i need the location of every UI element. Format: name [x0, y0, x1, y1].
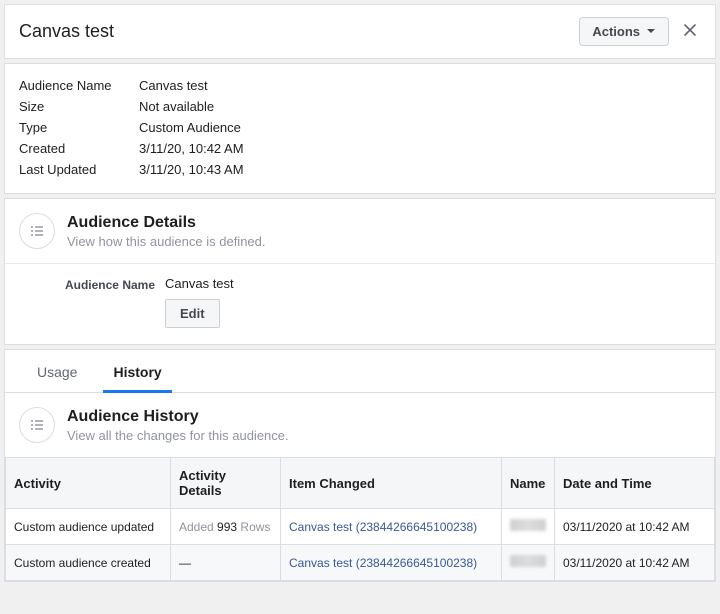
- summary-value: Custom Audience: [139, 120, 241, 135]
- header-actions: Actions: [579, 17, 703, 46]
- history-table: Activity Activity Details Item Changed N…: [5, 457, 715, 581]
- item-link[interactable]: Canvas test (23844266645100238): [289, 556, 477, 570]
- history-title: Audience History: [67, 408, 289, 426]
- details-audience-name-value: Canvas test: [165, 276, 234, 291]
- cell-activity: Custom audience created: [6, 545, 171, 581]
- audience-details-body: Audience Name Canvas test Edit: [5, 263, 715, 344]
- page-title: Canvas test: [19, 21, 114, 42]
- page-header: Canvas test Actions: [4, 4, 716, 59]
- col-activity: Activity: [6, 458, 171, 509]
- history-subtitle: View all the changes for this audience.: [67, 428, 289, 443]
- tab-usage[interactable]: Usage: [19, 350, 95, 392]
- list-icon: [19, 407, 55, 443]
- table-row: Custom audience updated Added 993 Rows C…: [6, 509, 715, 545]
- summary-value: 3/11/20, 10:43 AM: [139, 162, 244, 177]
- cell-name: [502, 545, 555, 581]
- summary-row-created: Created 3/11/20, 10:42 AM: [19, 141, 701, 156]
- summary-label: Size: [19, 99, 139, 114]
- cell-activity-details: Added 993 Rows: [171, 509, 281, 545]
- cell-name: [502, 509, 555, 545]
- col-datetime: Date and Time: [555, 458, 715, 509]
- summary-row-type: Type Custom Audience: [19, 120, 701, 135]
- audience-details-subtitle: View how this audience is defined.: [67, 234, 266, 249]
- col-activity-details: Activity Details: [171, 458, 281, 509]
- close-button[interactable]: [677, 17, 703, 46]
- table-row: Custom audience created — Canvas test (2…: [6, 545, 715, 581]
- summary-row-size: Size Not available: [19, 99, 701, 114]
- summary-label: Last Updated: [19, 162, 139, 177]
- audience-details-header: Audience Details View how this audience …: [19, 213, 701, 249]
- audience-details-card: Audience Details View how this audience …: [4, 198, 716, 345]
- close-icon: [683, 23, 697, 40]
- cell-datetime: 03/11/2020 at 10:42 AM: [555, 509, 715, 545]
- cell-item-changed: Canvas test (23844266645100238): [281, 545, 502, 581]
- cell-activity-details: —: [171, 545, 281, 581]
- summary-value: 3/11/20, 10:42 AM: [139, 141, 244, 156]
- audience-details-title: Audience Details: [67, 214, 266, 232]
- redacted-name: [510, 555, 546, 567]
- cell-activity: Custom audience updated: [6, 509, 171, 545]
- audience-summary: Audience Name Canvas test Size Not avail…: [4, 63, 716, 194]
- redacted-name: [510, 519, 546, 531]
- summary-label: Audience Name: [19, 78, 139, 93]
- cell-datetime: 03/11/2020 at 10:42 AM: [555, 545, 715, 581]
- caret-down-icon: [646, 24, 656, 39]
- cell-item-changed: Canvas test (23844266645100238): [281, 509, 502, 545]
- item-link[interactable]: Canvas test (23844266645100238): [289, 520, 477, 534]
- list-icon: [19, 213, 55, 249]
- history-card: Usage History Audience History View all …: [4, 349, 716, 582]
- details-audience-name-label: Audience Name: [57, 276, 165, 292]
- summary-label: Created: [19, 141, 139, 156]
- col-name: Name: [502, 458, 555, 509]
- summary-row-last-updated: Last Updated 3/11/20, 10:43 AM: [19, 162, 701, 177]
- col-item-changed: Item Changed: [281, 458, 502, 509]
- tab-history[interactable]: History: [95, 350, 179, 392]
- actions-button[interactable]: Actions: [579, 17, 669, 46]
- summary-label: Type: [19, 120, 139, 135]
- summary-value: Not available: [139, 99, 214, 114]
- actions-button-label: Actions: [592, 24, 640, 39]
- history-header: Audience History View all the changes fo…: [5, 393, 715, 457]
- summary-value: Canvas test: [139, 78, 208, 93]
- tabs: Usage History: [5, 350, 715, 393]
- edit-button[interactable]: Edit: [165, 299, 220, 328]
- history-table-header-row: Activity Activity Details Item Changed N…: [6, 458, 715, 509]
- summary-row-audience-name: Audience Name Canvas test: [19, 78, 701, 93]
